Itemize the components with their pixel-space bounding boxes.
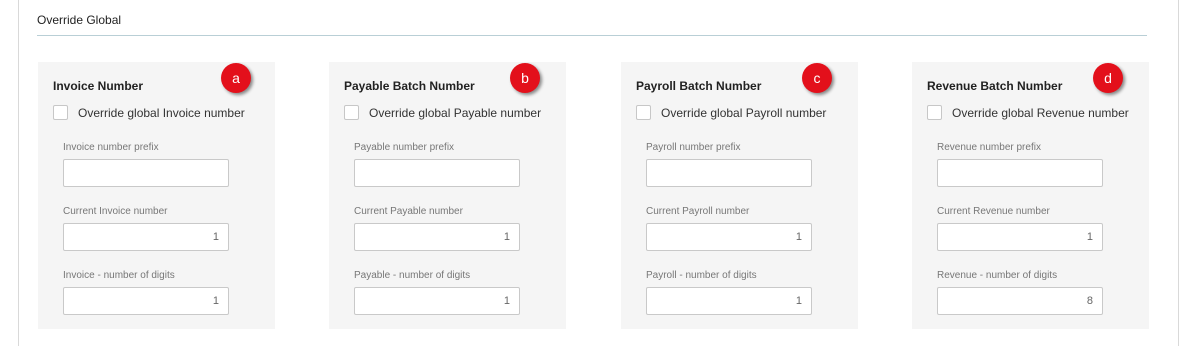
callout-badge-d: d <box>1093 63 1123 93</box>
invoice-current-label: Current Invoice number <box>63 206 168 217</box>
section-title: Override Global <box>37 13 122 27</box>
invoice-prefix-input[interactable] <box>63 159 229 187</box>
payable-digits-label: Payable - number of digits <box>354 270 471 281</box>
override-invoice-checkbox[interactable] <box>53 105 68 120</box>
override-payroll-checkbox[interactable] <box>636 105 651 120</box>
override-invoice-label[interactable]: Override global Invoice number <box>78 106 245 120</box>
panel-payable-batch-number: Payable Batch Number b Override global P… <box>329 62 566 329</box>
override-revenue-label[interactable]: Override global Revenue number <box>952 106 1129 120</box>
panel-title: Payroll Batch Number <box>636 79 762 93</box>
override-payable-label[interactable]: Override global Payable number <box>369 106 541 120</box>
override-revenue-checkbox[interactable] <box>927 105 942 120</box>
revenue-prefix-label: Revenue number prefix <box>937 142 1041 153</box>
payable-current-input[interactable] <box>354 223 520 251</box>
payable-prefix-input[interactable] <box>354 159 520 187</box>
override-payroll-label[interactable]: Override global Payroll number <box>661 106 826 120</box>
payroll-prefix-label: Payroll number prefix <box>646 142 741 153</box>
invoice-digits-label: Invoice - number of digits <box>63 270 175 281</box>
panel-title: Invoice Number <box>53 79 144 93</box>
payable-current-label: Current Payable number <box>354 206 463 217</box>
panel-invoice-number: Invoice Number a Override global Invoice… <box>38 62 275 329</box>
revenue-digits-input[interactable] <box>937 287 1103 315</box>
revenue-prefix-input[interactable] <box>937 159 1103 187</box>
section-divider <box>37 35 1147 36</box>
payable-digits-input[interactable] <box>354 287 520 315</box>
payable-prefix-label: Payable number prefix <box>354 142 455 153</box>
panel-payroll-batch-number: Payroll Batch Number c Override global P… <box>621 62 858 329</box>
revenue-current-label: Current Revenue number <box>937 206 1050 217</box>
revenue-digits-label: Revenue - number of digits <box>937 270 1058 281</box>
panel-title: Revenue Batch Number <box>927 79 1063 93</box>
invoice-digits-input[interactable] <box>63 287 229 315</box>
revenue-current-input[interactable] <box>937 223 1103 251</box>
payroll-digits-label: Payroll - number of digits <box>646 270 757 281</box>
payroll-digits-input[interactable] <box>646 287 812 315</box>
payroll-prefix-input[interactable] <box>646 159 812 187</box>
payroll-current-label: Current Payroll number <box>646 206 750 217</box>
panel-title: Payable Batch Number <box>344 79 475 93</box>
callout-badge-c: c <box>802 63 832 93</box>
override-payable-checkbox[interactable] <box>344 105 359 120</box>
payroll-current-input[interactable] <box>646 223 812 251</box>
callout-badge-b: b <box>510 63 540 93</box>
panel-revenue-batch-number: Revenue Batch Number d Override global R… <box>912 62 1149 329</box>
callout-badge-a: a <box>221 63 251 93</box>
invoice-prefix-label: Invoice number prefix <box>63 142 159 153</box>
invoice-current-input[interactable] <box>63 223 229 251</box>
